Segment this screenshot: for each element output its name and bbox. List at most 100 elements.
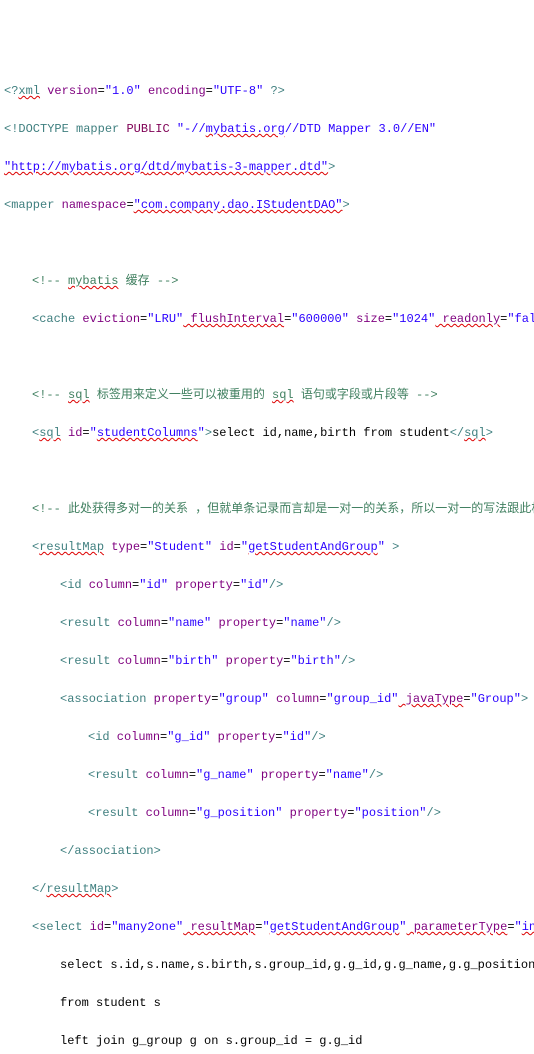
eq: = [507,920,514,934]
code-line: "http://mybatis.org/dtd/mybatis-3-mapper… [4,158,530,177]
gt: > [328,160,335,174]
str: "id" [139,578,168,592]
cmt-text: 标签用来定义一些可以被重用的 [90,388,272,402]
code-line: <!-- sql 标签用来定义一些可以被重用的 sql 语句或字段或片段等 --… [4,386,530,405]
lt: </ [32,882,46,896]
str: "position" [354,806,426,820]
cmt-word: mybatis [68,274,118,288]
code-line: <result column="g_name" property="name"/… [4,766,530,785]
eq: = [189,768,196,782]
eq: = [132,578,139,592]
q: " [198,426,205,440]
eq: = [276,616,283,630]
attr-err: flushInterval [183,312,284,326]
code-line: select s.id,s.name,s.birth,s.group_id,g.… [4,956,530,975]
str-err: studentColumns [97,426,198,440]
str: "LRU" [147,312,183,326]
cmt-word: sql [272,388,294,402]
str: "group" [218,692,268,706]
str-err: getStudentAndGroup [248,540,378,554]
attr: property [146,692,211,706]
txt: mapper [69,122,127,136]
gt: > [385,540,399,554]
eq: = [104,920,111,934]
attr: id [82,920,104,934]
code-line: <result column="birth" property="birth"/… [4,652,530,671]
code-line: <id column="id" property="id"/> [4,576,530,595]
tag-result: result [67,654,110,668]
str-tail: /mybatis-3-mapper.dtd" [170,160,328,174]
code-line: <id column="g_id" property="id"/> [4,728,530,747]
lt: < [60,654,67,668]
eq: = [140,540,147,554]
attr: type [104,540,140,554]
cmt-text: <!-- 此处获得多对一的关系 ，但就单条记录而言却是一对一的关系，所以一对一的… [32,502,534,516]
blank-line [4,462,530,481]
str: "group_id" [326,692,398,706]
tag-resultmap: resultMap [39,540,104,554]
pi-name: xml [18,84,40,98]
lt: < [60,578,67,592]
lt: < [32,920,39,934]
attr-err: resultMap [183,920,255,934]
cmt-open: <!-- [32,274,68,288]
q: " [515,920,522,934]
str: "Group" [471,692,521,706]
str: "com.company.dao.IStudentDAO" [134,198,343,212]
q: " [90,426,97,440]
tag-association: association [74,844,153,858]
code-line: </resultMap> [4,880,530,899]
str: "birth" [168,654,218,668]
eq: = [98,84,105,98]
cmt-word: sql [68,388,90,402]
code-line: <?xml version="1.0" encoding="UTF-8" ?> [4,82,530,101]
str-url: "http://mybatis.org/ [4,160,148,174]
doctype: DOCTYPE [18,122,68,136]
str: "g_position" [196,806,282,820]
str: "UTF-8" [213,84,263,98]
str: "name" [168,616,211,630]
attr: column [138,768,188,782]
eq: = [463,692,470,706]
lt: </ [450,426,464,440]
gt: > [154,844,161,858]
code-line: <sql id="studentColumns">select id,name,… [4,424,530,443]
tag-select: select [39,920,82,934]
attr: property [218,654,283,668]
attr-err: javaType [399,692,464,706]
str: //DTD Mapper 3.0//EN" [285,122,436,136]
code-line: <association property="group" column="gr… [4,690,530,709]
attr: id [61,426,83,440]
attr: size [349,312,385,326]
attr: column [138,806,188,820]
tag-resultmap: resultMap [46,882,111,896]
tag-result: result [67,616,110,630]
str: "many2one" [111,920,183,934]
tag-result: result [95,806,138,820]
str-err: mybatis.org [206,122,285,136]
str: "name" [283,616,326,630]
q: " [399,920,406,934]
close: /> [341,654,355,668]
q: " [241,540,248,554]
eq: = [161,654,168,668]
close: /> [427,806,441,820]
str: "g_id" [167,730,210,744]
code-line: <select id="many2one" resultMap="getStud… [4,918,530,937]
eq: = [82,426,89,440]
lt: < [88,730,95,744]
attr: property [210,730,275,744]
blank-line [4,234,530,253]
code-line: <!-- mybatis 缓存 --> [4,272,530,291]
lt: < [32,540,39,554]
close: /> [369,768,383,782]
attr-err: parameterType [407,920,508,934]
tag-id: id [95,730,109,744]
code-line: </association> [4,842,530,861]
eq: = [161,616,168,630]
attr: property [168,578,233,592]
lt: < [88,806,95,820]
str-err: int [522,920,534,934]
eq: = [160,730,167,744]
close: /> [327,616,341,630]
